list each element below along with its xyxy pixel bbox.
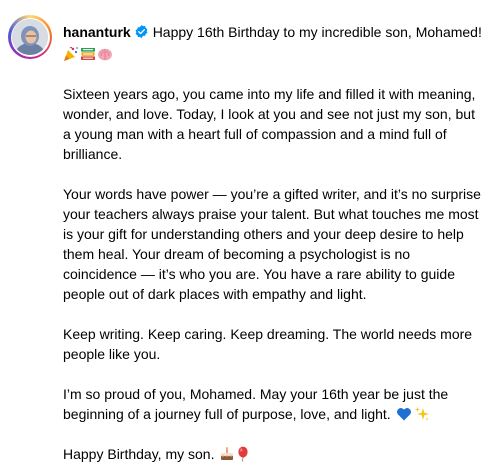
caption-paragraph-1: Sixteen years ago, you came into my life… [63,86,476,162]
caption-paragraph-4-wrap: I’m so proud of you, Mohamed. May your 1… [63,384,483,424]
verified-badge-icon [134,24,149,44]
birthday-cake-icon [219,446,235,462]
avatar-photo-icon [12,19,48,55]
caption-paragraph-4: I’m so proud of you, Mohamed. May your 1… [63,386,449,422]
party-popper-icon [63,46,79,62]
caption-paragraph-3: Keep writing. Keep caring. Keep dreaming… [63,326,473,362]
brain-icon [97,46,113,62]
caption-header: hananturk Happy 16th Birthday to my incre… [63,22,483,44]
balloon-icon [235,446,251,462]
caption-paragraph-5-wrap: Happy Birthday, my son. [63,444,483,464]
caption-paragraph-2: Your words have power — you’re a gifted … [63,186,481,302]
caption-title: Happy 16th Birthday to my incredible son… [152,24,482,40]
blue-heart-icon [396,406,412,422]
header-emoji-row [63,44,483,64]
books-icon [80,46,96,62]
sparkles-icon [414,406,430,422]
username-link[interactable]: hananturk [63,24,131,40]
caption-paragraph-5: Happy Birthday, my son. [63,446,215,462]
avatar-story-ring[interactable] [8,15,52,59]
avatar[interactable] [12,19,48,55]
caption-content: hananturk Happy 16th Birthday to my incre… [63,22,483,464]
